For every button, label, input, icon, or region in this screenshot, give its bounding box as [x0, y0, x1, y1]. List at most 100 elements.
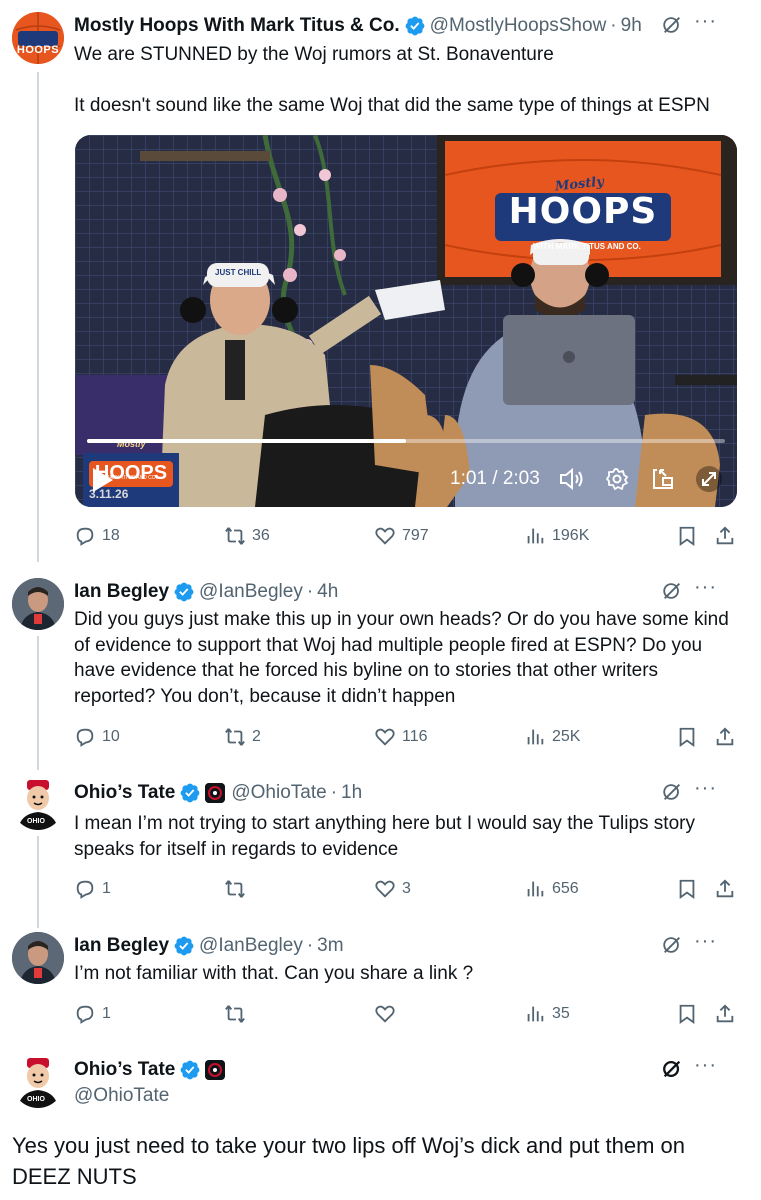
verified-icon	[180, 783, 200, 803]
display-name[interactable]: Ian Begley	[74, 935, 169, 957]
bookmark-button[interactable]	[676, 1003, 704, 1025]
reply-count: 1	[102, 1005, 111, 1022]
handle[interactable]: @OhioTate	[74, 1085, 169, 1107]
play-icon[interactable]	[91, 467, 115, 493]
person-icon	[12, 578, 64, 630]
reply-count: 10	[102, 728, 120, 745]
views-button[interactable]: 196K	[524, 525, 589, 547]
handle[interactable]: @MostlyHoopsShow	[430, 15, 607, 37]
handle[interactable]: @IanBegley	[199, 581, 303, 603]
share-button[interactable]	[714, 726, 742, 748]
repost-icon	[225, 527, 245, 545]
person-icon	[12, 932, 64, 984]
reply-count: 1	[102, 880, 111, 897]
hoops-logo-icon	[12, 12, 64, 64]
repost-button[interactable]	[224, 1003, 252, 1025]
video-player[interactable]: Mostly HOOPS WITH MARK TITUS AND CO. JUS…	[75, 135, 737, 507]
timestamp[interactable]: 1h	[341, 782, 362, 804]
tweet-header: Ian Begley @IanBegley · 3m ···	[74, 930, 741, 958]
handle[interactable]: @IanBegley	[199, 935, 303, 957]
bookmark-button[interactable]	[676, 878, 704, 900]
grok-icon[interactable]	[661, 580, 683, 602]
views-button[interactable]: 656	[524, 878, 579, 900]
repost-button[interactable]: 2	[224, 726, 261, 748]
separator-dot: ·	[306, 581, 314, 602]
timestamp[interactable]: 3m	[317, 935, 343, 957]
action-bar: 18 36 797 196K	[74, 525, 738, 549]
reply-button[interactable]: 1	[74, 878, 111, 900]
grok-icon[interactable]	[661, 14, 683, 36]
tweet-text: Did you guys just make this up in your o…	[74, 609, 735, 707]
share-icon	[716, 727, 734, 746]
handle[interactable]: @OhioTate	[231, 782, 326, 804]
action-bar: 1 3 656	[74, 878, 738, 902]
affiliate-badge-icon[interactable]	[205, 1060, 226, 1080]
progress-track[interactable]	[87, 439, 725, 443]
repost-button[interactable]	[224, 878, 252, 900]
avatar-ohio-tate[interactable]: OHIO	[12, 778, 64, 830]
display-name[interactable]: Mostly Hoops With Mark Titus & Co.	[74, 15, 400, 37]
verified-icon	[180, 1060, 200, 1080]
repost-count: 36	[252, 527, 270, 544]
reply-button[interactable]: 1	[74, 1003, 111, 1025]
like-button[interactable]: 116	[374, 726, 428, 748]
separator-dot: ·	[610, 15, 617, 36]
timestamp[interactable]: 9h	[621, 15, 642, 37]
more-icon[interactable]: ···	[694, 930, 717, 953]
repost-icon	[225, 1005, 245, 1023]
avatar-ian-begley[interactable]	[12, 578, 64, 630]
share-button[interactable]	[714, 1003, 742, 1025]
repost-button[interactable]: 36	[224, 525, 270, 547]
like-button[interactable]	[374, 1003, 402, 1025]
avatar-jersey-text: OHIO	[27, 818, 45, 825]
display-name[interactable]: Ohio’s Tate	[74, 1059, 175, 1081]
avatar-mostly-hoops[interactable]: HOOPS	[12, 12, 64, 64]
reply-button[interactable]: 10	[74, 726, 120, 748]
affiliate-badge-icon[interactable]	[205, 783, 226, 803]
more-icon[interactable]: ···	[694, 777, 717, 800]
more-icon[interactable]: ···	[694, 576, 717, 599]
volume-icon[interactable]	[559, 467, 585, 491]
reply-icon	[76, 880, 94, 899]
share-button[interactable]	[714, 878, 742, 900]
wall-logo-main: HOOPS	[508, 191, 658, 232]
video-time: 1:01 / 2:03	[450, 468, 540, 489]
display-name[interactable]: Ohio’s Tate	[74, 782, 175, 804]
fullscreen-icon[interactable]	[695, 465, 723, 493]
grok-icon[interactable]	[661, 934, 683, 956]
grok-icon[interactable]	[661, 781, 683, 803]
hat-text: JUST CHILL	[215, 268, 262, 277]
like-button[interactable]: 3	[374, 878, 411, 900]
more-icon[interactable]: ···	[694, 10, 717, 33]
share-button[interactable]	[714, 525, 742, 547]
reply-button[interactable]: 18	[74, 525, 120, 547]
avatar-ohio-tate[interactable]: OHIO	[12, 1056, 64, 1108]
avatar-ian-begley[interactable]	[12, 932, 64, 984]
bookmark-icon	[679, 526, 695, 547]
views-icon	[527, 881, 544, 897]
tweet-header: Ohio’s Tate ···	[74, 1054, 741, 1082]
more-icon[interactable]: ···	[694, 1054, 717, 1077]
reply-icon	[76, 1005, 94, 1024]
tweet-header: Ian Begley @IanBegley · 4h ···	[74, 576, 741, 604]
views-count: 656	[552, 880, 579, 897]
views-button[interactable]: 25K	[524, 726, 580, 748]
verified-icon	[174, 936, 194, 956]
reply-icon	[76, 728, 94, 747]
views-icon	[527, 729, 544, 745]
settings-gear-icon[interactable]	[605, 467, 629, 491]
like-icon	[375, 1005, 395, 1023]
verified-icon	[174, 582, 194, 602]
action-bar: 10 2 116 25K	[74, 726, 738, 750]
bookmark-button[interactable]	[676, 525, 704, 547]
like-button[interactable]: 797	[374, 525, 429, 547]
separator-dot: ·	[330, 782, 338, 803]
bookmark-button[interactable]	[676, 726, 704, 748]
grok-icon[interactable]	[661, 1058, 683, 1080]
views-button[interactable]: 35	[524, 1003, 570, 1025]
like-count: 797	[402, 527, 429, 544]
avatar-logo-text: HOOPS	[16, 44, 60, 56]
timestamp[interactable]: 4h	[317, 581, 338, 603]
display-name[interactable]: Ian Begley	[74, 581, 169, 603]
pip-icon[interactable]	[651, 467, 675, 491]
